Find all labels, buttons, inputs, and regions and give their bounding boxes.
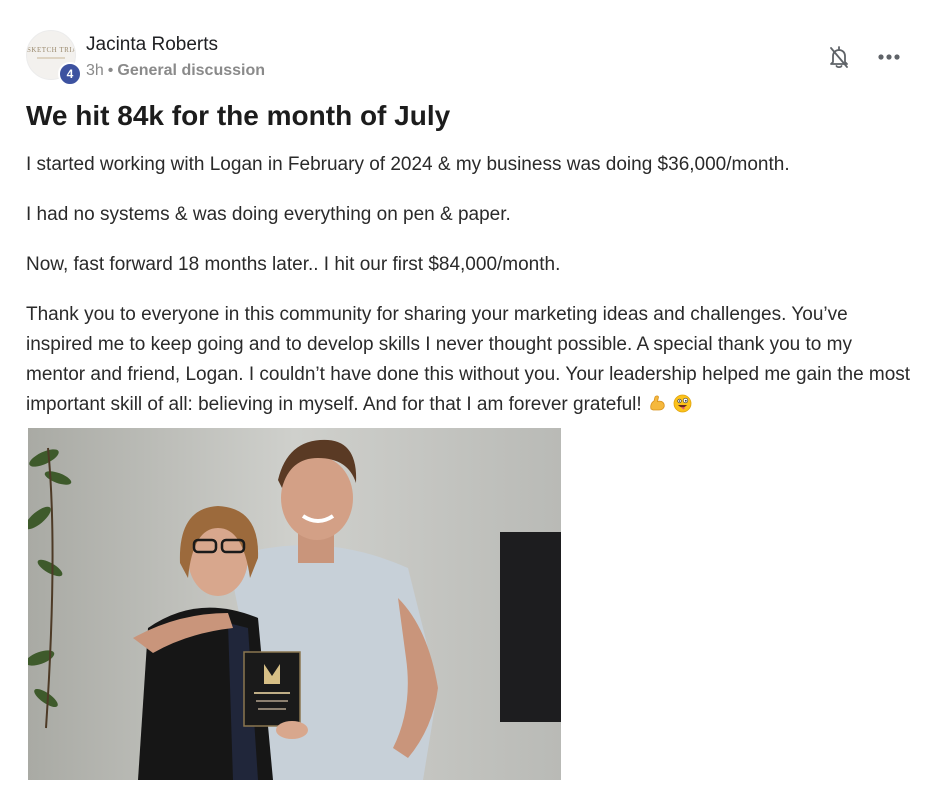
post-photo[interactable] xyxy=(28,428,561,780)
bell-off-icon[interactable] xyxy=(826,44,852,70)
zany-face-emoji xyxy=(673,393,692,413)
author-name[interactable]: Jacinta Roberts xyxy=(86,34,218,56)
post-category[interactable]: General discussion xyxy=(117,62,265,79)
post-paragraph-2: I had no systems & was doing everything … xyxy=(26,204,511,225)
post-paragraph-4-text: Thank you to everyone in this community … xyxy=(26,304,911,415)
post-time: 3h xyxy=(86,62,104,79)
more-dots-icon[interactable] xyxy=(874,44,904,70)
post-paragraph-4: Thank you to everyone in this community … xyxy=(26,300,916,420)
flexed-biceps-emoji xyxy=(648,393,667,412)
post-paragraph-3: Now, fast forward 18 months later.. I hi… xyxy=(26,254,561,275)
avatar-logo-line xyxy=(37,57,65,59)
post-title: We hit 84k for the month of July xyxy=(26,100,451,131)
level-badge: 4 xyxy=(58,62,82,86)
meta-separator: • xyxy=(107,62,114,79)
post-card: SKETCH TRIAL LINE 4 Jacinta Roberts 3h•G… xyxy=(0,0,940,788)
post-meta: 3h • General discussion xyxy=(86,62,265,80)
avatar-logo-text: SKETCH TRIAL LINE xyxy=(27,46,75,54)
post-paragraph-1: I started working with Logan in February… xyxy=(26,154,790,175)
